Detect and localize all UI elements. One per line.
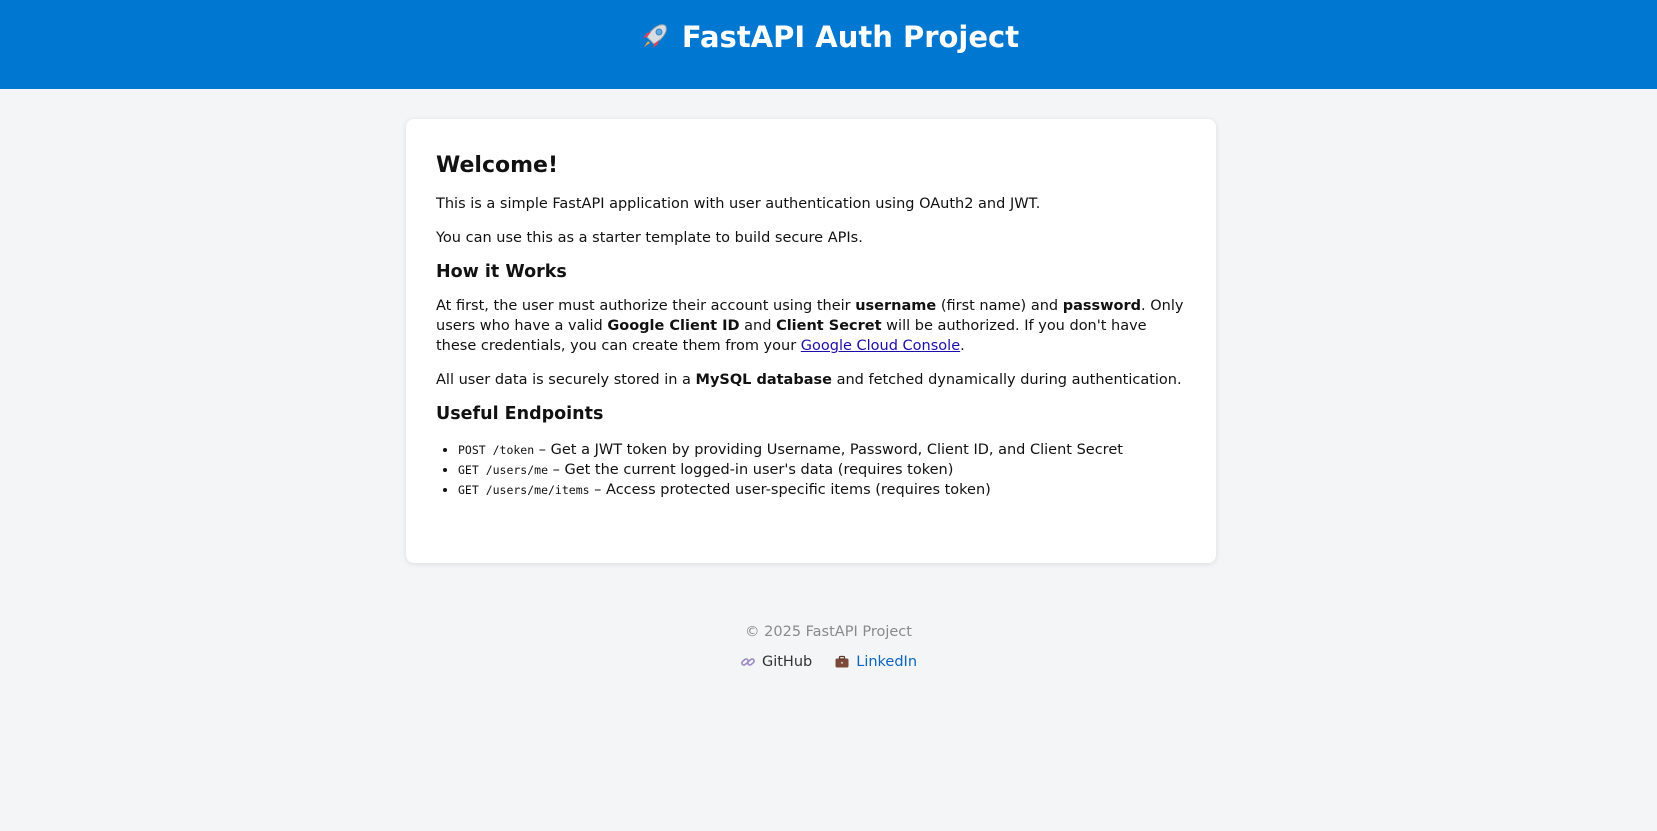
briefcase-icon	[835, 655, 849, 668]
how-it-works-heading: How it Works	[436, 262, 567, 282]
endpoint-description: – Get the current logged-in user's data …	[548, 462, 954, 478]
github-label: GitHub	[761, 654, 813, 670]
page-footer: © 2025 FastAPI Project GitHub LinkedIn	[0, 624, 1657, 670]
github-link[interactable]: GitHub	[740, 654, 812, 670]
link-icon	[741, 658, 755, 666]
endpoint-code: GET /users/me	[458, 463, 549, 477]
intro-paragraph-1: This is a simple FastAPI application wit…	[436, 196, 1041, 212]
page-title: FastAPI Auth Project	[638, 20, 1019, 54]
footer-links: GitHub LinkedIn	[0, 654, 1657, 670]
how-it-works-paragraph-1: At first, the user must authorize their …	[436, 298, 1184, 354]
endpoint-description: – Get a JWT token by providing Username,…	[534, 442, 1123, 458]
welcome-heading: Welcome!	[436, 153, 558, 178]
list-item: GET /users/me/items – Access protected u…	[458, 480, 1186, 500]
endpoint-code: GET /users/me/items	[458, 483, 590, 497]
list-item: POST /token – Get a JWT token by providi…	[458, 440, 1186, 460]
useful-endpoints-heading: Useful Endpoints	[436, 404, 604, 424]
endpoint-description: – Access protected user-specific items (…	[589, 482, 991, 498]
title-text: FastAPI Auth Project	[681, 19, 1020, 54]
page-header: FastAPI Auth Project	[0, 0, 1657, 89]
linkedin-label: LinkedIn	[856, 654, 918, 670]
intro-paragraph-2: You can use this as a starter template t…	[436, 230, 863, 246]
rocket-icon	[642, 23, 667, 48]
how-it-works-paragraph-2: All user data is securely stored in a My…	[436, 372, 1182, 388]
endpoints-list: POST /token – Get a JWT token by providi…	[436, 440, 1186, 500]
copyright-text: © 2025 FastAPI Project	[745, 624, 912, 640]
list-item: GET /users/me – Get the current logged-i…	[458, 460, 1186, 480]
google-cloud-console-link[interactable]: Google Cloud Console	[801, 338, 960, 354]
linkedin-link[interactable]: LinkedIn	[834, 654, 917, 670]
welcome-card: Welcome! This is a simple FastAPI applic…	[406, 119, 1216, 563]
endpoint-code: POST /token	[458, 443, 535, 457]
